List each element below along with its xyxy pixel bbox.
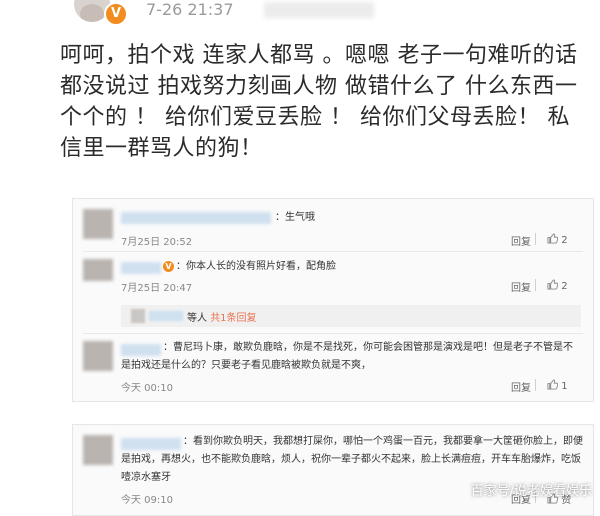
action-separator (535, 279, 536, 291)
like-button[interactable]: 2 (547, 279, 568, 292)
comment-text: ：生气哦 (275, 212, 315, 223)
like-button[interactable]: 2 (547, 233, 568, 246)
weibo-post: V 7-26 21:37 呵呵，拍个戏 连家人都骂 。嗯嗯 老子一句难听的话都没… (0, 0, 600, 190)
comment-text: ：曹尼玛卜康，敢欺负鹿晗，你是不是找死，你可能会困管那是演戏是吧！但是老子不管是… (121, 342, 573, 371)
action-separator (535, 233, 536, 245)
reply-button[interactable]: 回复 (511, 379, 531, 394)
action-separator (535, 379, 536, 391)
comment-avatar[interactable] (83, 209, 113, 239)
like-count: 2 (561, 281, 568, 292)
verified-small-icon: V (163, 261, 174, 272)
watermark-text: 百家号/说老娱看娱乐 (470, 484, 592, 499)
comment-divider (83, 333, 583, 334)
comments-panel-2: ：看到你欺负明天，我都想打屎你，哪怕一个鸡蛋一百元，我都要拿一大筐砸你脸上，即便… (72, 424, 594, 516)
sub-reply-text: 等人 共1条回复 (187, 309, 257, 324)
like-count: 2 (561, 235, 568, 246)
comment-time: 7月25日 20:52 (121, 237, 193, 248)
comment-avatar[interactable] (83, 341, 113, 371)
reply-button[interactable]: 回复 (511, 233, 531, 248)
verified-badge-icon: V (104, 2, 128, 26)
sub-reply-prefix: 等人 (187, 313, 207, 324)
like-button[interactable]: 1 (547, 379, 568, 392)
sub-reply-box[interactable]: 等人 共1条回复 (121, 305, 581, 327)
comment-text: V ：你本人长的没有照片好看，配角脸 (163, 258, 336, 276)
comment-time: 7月25日 20:47 (121, 283, 193, 294)
thumbs-up-icon (547, 233, 558, 244)
reply-button[interactable]: 回复 (511, 279, 531, 294)
comment-divider (83, 251, 583, 252)
comment-time: 今天 00:10 (121, 383, 173, 394)
sub-reply-link[interactable]: 共1条回复 (210, 313, 256, 324)
comment-avatar[interactable] (83, 435, 113, 465)
sub-reply-username-blurred (149, 311, 183, 321)
comments-panel: ：生气哦 7月25日 20:52 回复 2 V ：你本人长的没有照片好看，配角脸 … (72, 198, 594, 402)
post-source-blurred (264, 2, 374, 18)
comment-time: 今天 09:10 (121, 495, 173, 506)
comment-username-blurred[interactable] (121, 262, 161, 274)
post-text: 呵呵，拍个戏 连家人都骂 。嗯嗯 老子一句难听的话都没说过 拍戏努力刻画人物 做… (60, 43, 578, 161)
comment-username-blurred[interactable] (121, 212, 271, 224)
comment-text-body: ：你本人长的没有照片好看，配角脸 (176, 261, 336, 272)
comment-avatar[interactable] (83, 259, 113, 281)
thumbs-up-icon (547, 379, 558, 390)
like-count: 1 (561, 381, 568, 392)
post-timestamp: 7-26 21:37 (146, 0, 234, 19)
comment-text: ：看到你欺负明天，我都想打屎你，哪怕一个鸡蛋一百元，我都要拿一大筐砸你脸上，即便… (121, 436, 583, 483)
sub-reply-avatar (131, 309, 145, 323)
thumbs-up-icon (547, 279, 558, 290)
